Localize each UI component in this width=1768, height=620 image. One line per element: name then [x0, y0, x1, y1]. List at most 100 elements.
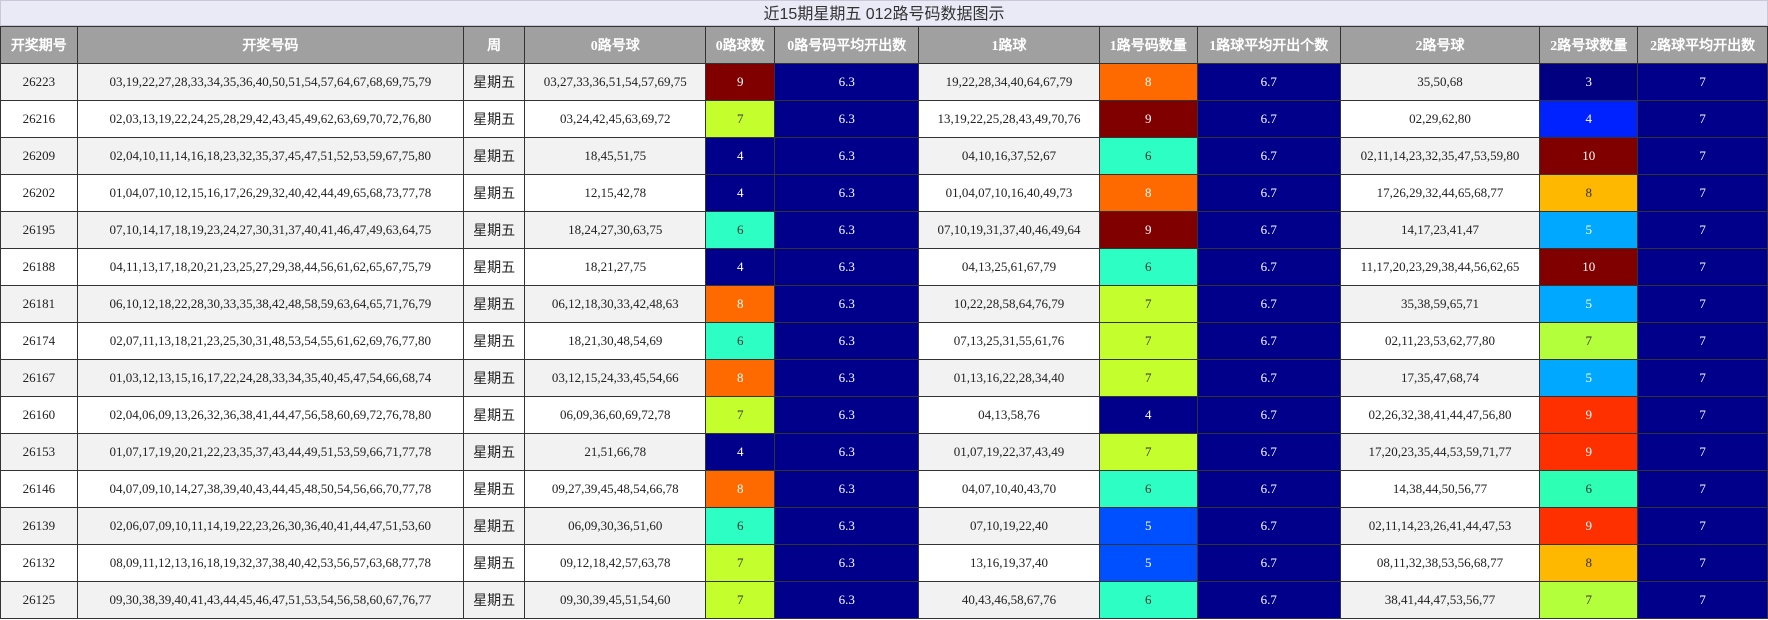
- cell-numbers: 04,11,13,17,18,20,21,23,25,27,29,38,44,5…: [76, 248, 465, 286]
- cell-route0-count: 6: [705, 322, 776, 360]
- cell-route2-balls: 02,11,14,23,26,41,44,47,53: [1339, 507, 1541, 545]
- cell-numbers: 07,10,14,17,18,19,23,24,27,30,31,37,40,4…: [76, 211, 465, 249]
- cell-route0-avg: 6.3: [774, 211, 920, 249]
- cell-route1-balls: 01,04,07,10,16,40,49,73: [918, 174, 1100, 212]
- cell-route1-avg: 6.7: [1196, 211, 1341, 249]
- cell-route2-count: 9: [1539, 433, 1639, 471]
- cell-route2-avg: 7: [1637, 137, 1768, 175]
- header-route1-count: 1路号码数量: [1098, 26, 1198, 64]
- cell-issue: 26153: [0, 433, 78, 471]
- cell-numbers: 01,03,12,13,15,16,17,22,24,28,33,34,35,4…: [76, 359, 465, 397]
- cell-numbers: 09,30,38,39,40,41,43,44,45,46,47,51,53,5…: [76, 581, 465, 619]
- table-row: 26146 04,07,09,10,14,27,38,39,40,43,44,45…: [0, 470, 1768, 508]
- cell-route0-balls: 18,21,30,48,54,69: [523, 322, 707, 360]
- cell-week: 星期五: [463, 63, 525, 101]
- cell-route0-avg: 6.3: [774, 396, 920, 434]
- header-route0-count: 0路球数: [705, 26, 776, 64]
- cell-numbers: 01,04,07,10,12,15,16,17,26,29,32,40,42,4…: [76, 174, 465, 212]
- cell-route0-count: 4: [705, 248, 776, 286]
- cell-route1-count: 7: [1098, 359, 1198, 397]
- cell-route0-avg: 6.3: [774, 248, 920, 286]
- cell-issue: 26209: [0, 137, 78, 175]
- cell-route2-count: 10: [1539, 137, 1639, 175]
- cell-route2-avg: 7: [1637, 174, 1768, 212]
- table-row: 26160 02,04,06,09,13,26,32,36,38,41,44,47…: [0, 396, 1768, 434]
- cell-route1-avg: 6.7: [1196, 396, 1341, 434]
- cell-route1-count: 5: [1098, 544, 1198, 582]
- cell-week: 星期五: [463, 137, 525, 175]
- cell-route0-count: 9: [705, 63, 776, 101]
- cell-route1-avg: 6.7: [1196, 433, 1341, 471]
- cell-route1-avg: 6.7: [1196, 63, 1341, 101]
- cell-route0-balls: 06,12,18,30,33,42,48,63: [523, 285, 707, 323]
- cell-route1-avg: 6.7: [1196, 248, 1341, 286]
- cell-route1-avg: 6.7: [1196, 470, 1341, 508]
- table-row: 26188 04,11,13,17,18,20,21,23,25,27,29,38…: [0, 248, 1768, 286]
- cell-route2-balls: 35,50,68: [1339, 63, 1541, 101]
- header-row: 开奖期号 开奖号码 周 0路号球 0路球数 0路号码平均开出数 1路球 1路号码…: [0, 26, 1768, 64]
- table-row: 26167 01,03,12,13,15,16,17,22,24,28,33,34…: [0, 359, 1768, 397]
- cell-route1-balls: 13,16,19,37,40: [918, 544, 1100, 582]
- cell-route2-avg: 7: [1637, 507, 1768, 545]
- cell-numbers: 03,19,22,27,28,33,34,35,36,40,50,51,54,5…: [76, 63, 465, 101]
- cell-week: 星期五: [463, 507, 525, 545]
- page-title: 近15期星期五 012路号码数据图示: [0, 0, 1768, 26]
- cell-week: 星期五: [463, 100, 525, 138]
- cell-route1-balls: 07,10,19,31,37,40,46,49,64: [918, 211, 1100, 249]
- cell-route0-balls: 21,51,66,78: [523, 433, 707, 471]
- cell-route0-avg: 6.3: [774, 581, 920, 619]
- cell-route1-balls: 04,13,25,61,67,79: [918, 248, 1100, 286]
- table-row: 26202 01,04,07,10,12,15,16,17,26,29,32,40…: [0, 174, 1768, 212]
- cell-route0-count: 6: [705, 507, 776, 545]
- cell-route0-count: 7: [705, 581, 776, 619]
- header-route2-balls: 2路号球: [1339, 26, 1541, 64]
- cell-route1-balls: 04,07,10,40,43,70: [918, 470, 1100, 508]
- table-row: 26181 06,10,12,18,22,28,30,33,35,38,42,48…: [0, 285, 1768, 323]
- cell-route1-count: 5: [1098, 507, 1198, 545]
- cell-route1-count: 7: [1098, 433, 1198, 471]
- cell-route1-balls: 07,10,19,22,40: [918, 507, 1100, 545]
- table-row: 26209 02,04,10,11,14,16,18,23,32,35,37,45…: [0, 137, 1768, 175]
- cell-route0-balls: 12,15,42,78: [523, 174, 707, 212]
- cell-route2-balls: 02,11,23,53,62,77,80: [1339, 322, 1541, 360]
- cell-route2-avg: 7: [1637, 581, 1768, 619]
- cell-week: 星期五: [463, 322, 525, 360]
- cell-route0-avg: 6.3: [774, 544, 920, 582]
- cell-route0-balls: 03,12,15,24,33,45,54,66: [523, 359, 707, 397]
- table-row: 26216 02,03,13,19,22,24,25,28,29,42,43,45…: [0, 100, 1768, 138]
- cell-route2-balls: 02,11,14,23,32,35,47,53,59,80: [1339, 137, 1541, 175]
- cell-week: 星期五: [463, 544, 525, 582]
- header-route1-avg: 1路球平均开出个数: [1196, 26, 1341, 64]
- header-numbers: 开奖号码: [76, 26, 465, 64]
- data-table: 开奖期号 开奖号码 周 0路号球 0路球数 0路号码平均开出数 1路球 1路号码…: [0, 26, 1768, 619]
- cell-route0-balls: 18,24,27,30,63,75: [523, 211, 707, 249]
- cell-route1-avg: 6.7: [1196, 285, 1341, 323]
- cell-week: 星期五: [463, 211, 525, 249]
- cell-route0-avg: 6.3: [774, 174, 920, 212]
- cell-week: 星期五: [463, 248, 525, 286]
- cell-route0-avg: 6.3: [774, 63, 920, 101]
- cell-route0-avg: 6.3: [774, 470, 920, 508]
- cell-route0-balls: 18,45,51,75: [523, 137, 707, 175]
- table-body: 26223 03,19,22,27,28,33,34,35,36,40,50,51…: [0, 63, 1768, 619]
- cell-route2-avg: 7: [1637, 470, 1768, 508]
- cell-route1-avg: 6.7: [1196, 100, 1341, 138]
- cell-route2-avg: 7: [1637, 100, 1768, 138]
- cell-route0-avg: 6.3: [774, 507, 920, 545]
- cell-route2-balls: 38,41,44,47,53,56,77: [1339, 581, 1541, 619]
- cell-route0-count: 4: [705, 137, 776, 175]
- cell-route2-balls: 17,20,23,35,44,53,59,71,77: [1339, 433, 1541, 471]
- cell-route2-count: 9: [1539, 396, 1639, 434]
- cell-route2-count: 8: [1539, 544, 1639, 582]
- cell-route2-avg: 7: [1637, 211, 1768, 249]
- cell-route2-count: 6: [1539, 470, 1639, 508]
- cell-route2-balls: 08,11,32,38,53,56,68,77: [1339, 544, 1541, 582]
- cell-route0-avg: 6.3: [774, 322, 920, 360]
- cell-route1-balls: 10,22,28,58,64,76,79: [918, 285, 1100, 323]
- header-route2-count: 2路号球数量: [1539, 26, 1639, 64]
- cell-issue: 26195: [0, 211, 78, 249]
- table-row: 26153 01,07,17,19,20,21,22,23,35,37,43,44…: [0, 433, 1768, 471]
- cell-route2-count: 5: [1539, 211, 1639, 249]
- cell-route2-balls: 02,26,32,38,41,44,47,56,80: [1339, 396, 1541, 434]
- cell-route1-count: 8: [1098, 174, 1198, 212]
